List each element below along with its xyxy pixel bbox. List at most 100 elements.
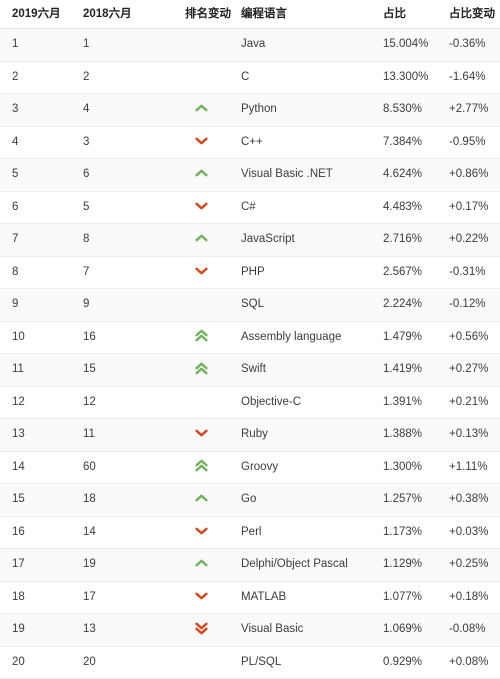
cell-share-change: +0.17% <box>440 191 500 224</box>
cell-rank-2019: 20 <box>0 646 71 679</box>
cell-rank-change <box>175 158 227 192</box>
rank-down-icon <box>194 581 208 610</box>
cell-rank-2018: 14 <box>71 516 175 549</box>
cell-rank-2019: 4 <box>0 126 71 159</box>
table-row: 14 60 Groovy 1.300% +1.11% <box>0 451 500 484</box>
cell-rank-2019: 7 <box>0 223 71 257</box>
cell-rank-2019: 14 <box>0 451 71 484</box>
cell-language: Delphi/Object Pascal <box>227 548 371 582</box>
table-row: 8 7 PHP 2.567% -0.31% <box>0 256 500 289</box>
cell-share-change: +0.18% <box>440 581 500 614</box>
cell-rank-change <box>175 581 227 614</box>
cell-rank-change <box>175 646 227 679</box>
table-row: 11 15 Swift 1.419% +0.27% <box>0 353 500 387</box>
cell-rank-2018: 12 <box>71 386 175 419</box>
cell-share: 0.929% <box>371 646 440 679</box>
table-row: 1 1 Java 15.004% -0.36% <box>0 28 500 62</box>
rank-down-icon <box>194 516 208 545</box>
cell-rank-2018: 9 <box>71 288 175 322</box>
cell-language: Ruby <box>227 418 371 452</box>
rank-down-icon <box>194 191 208 220</box>
cell-share: 8.530% <box>371 93 440 127</box>
cell-rank-change <box>175 548 227 582</box>
table-row: 4 3 C++ 7.384% -0.95% <box>0 126 500 159</box>
table-row: 20 20 PL/SQL 0.929% +0.08% <box>0 646 500 679</box>
cell-share-change: +0.25% <box>440 548 500 582</box>
cell-share: 1.069% <box>371 613 440 647</box>
cell-language: MATLAB <box>227 581 371 614</box>
cell-share: 2.567% <box>371 256 440 289</box>
cell-share-change: +1.11% <box>440 451 500 484</box>
cell-rank-2018: 6 <box>71 158 175 192</box>
table-row: 7 8 JavaScript 2.716% +0.22% <box>0 223 500 257</box>
cell-rank-change <box>175 353 227 387</box>
cell-share: 1.257% <box>371 483 440 517</box>
rank-up-icon <box>194 484 208 513</box>
cell-share: 2.716% <box>371 223 440 257</box>
rank-down-icon <box>194 126 208 155</box>
rank-up-icon <box>194 224 208 253</box>
cell-rank-2018: 13 <box>71 613 175 647</box>
cell-language: SQL <box>227 288 371 322</box>
rank-up-double-icon <box>194 354 208 383</box>
cell-rank-2018: 7 <box>71 256 175 289</box>
cell-share: 7.384% <box>371 126 440 159</box>
cell-rank-2019: 12 <box>0 386 71 419</box>
rank-up-icon <box>194 94 208 123</box>
cell-rank-2018: 8 <box>71 223 175 257</box>
cell-share-change: +0.22% <box>440 223 500 257</box>
cell-rank-change <box>175 288 227 322</box>
cell-share: 4.483% <box>371 191 440 224</box>
column-header-share: 占比 <box>371 0 440 29</box>
column-header-language: 编程语言 <box>227 0 371 29</box>
rank-down-icon <box>194 256 208 285</box>
rank-up-icon <box>194 549 208 578</box>
cell-language: Visual Basic <box>227 613 371 647</box>
cell-language: Groovy <box>227 451 371 484</box>
cell-share: 1.300% <box>371 451 440 484</box>
cell-share: 1.388% <box>371 418 440 452</box>
cell-share-change: +0.86% <box>440 158 500 192</box>
rank-up-double-icon <box>194 321 208 350</box>
cell-language: Visual Basic .NET <box>227 158 371 192</box>
cell-language: Perl <box>227 516 371 549</box>
cell-share: 4.624% <box>371 158 440 192</box>
table-row: 6 5 C# 4.483% +0.17% <box>0 191 500 224</box>
cell-rank-2019: 3 <box>0 93 71 127</box>
cell-rank-change <box>175 61 227 94</box>
cell-rank-change <box>175 126 227 159</box>
cell-rank-change <box>175 418 227 452</box>
cell-share: 13.300% <box>371 61 440 94</box>
cell-rank-change <box>175 256 227 289</box>
table-body: 1 1 Java 15.004% -0.36% 2 2 C 13.300% -1.64% 3 4 Pyt… <box>0 28 500 679</box>
cell-rank-2018: 60 <box>71 451 175 484</box>
cell-rank-2018: 19 <box>71 548 175 582</box>
cell-rank-2018: 18 <box>71 483 175 517</box>
cell-rank-2019: 8 <box>0 256 71 289</box>
cell-share-change: -0.95% <box>440 126 500 159</box>
cell-share: 15.004% <box>371 28 440 62</box>
cell-share-change: -0.08% <box>440 613 500 647</box>
cell-rank-2019: 11 <box>0 353 71 387</box>
cell-rank-2019: 6 <box>0 191 71 224</box>
cell-share-change: +0.38% <box>440 483 500 517</box>
cell-rank-change <box>175 191 227 224</box>
column-header-rank-2019: 2019六月 <box>0 0 71 29</box>
cell-rank-change <box>175 93 227 127</box>
cell-share-change: -0.36% <box>440 28 500 62</box>
column-header-rank-change: 排名变动 <box>175 0 231 29</box>
cell-language: Python <box>227 93 371 127</box>
cell-rank-change <box>175 516 227 549</box>
cell-rank-2018: 3 <box>71 126 175 159</box>
cell-share: 1.173% <box>371 516 440 549</box>
rank-down-icon <box>194 419 208 448</box>
rank-down-double-icon <box>194 614 208 643</box>
cell-share: 1.419% <box>371 353 440 387</box>
cell-share-change: +0.13% <box>440 418 500 452</box>
cell-rank-change <box>175 28 227 62</box>
cell-rank-2019: 15 <box>0 483 71 517</box>
table-row: 3 4 Python 8.530% +2.77% <box>0 93 500 127</box>
cell-rank-2018: 4 <box>71 93 175 127</box>
cell-rank-change <box>175 321 227 354</box>
cell-rank-2019: 13 <box>0 418 71 452</box>
